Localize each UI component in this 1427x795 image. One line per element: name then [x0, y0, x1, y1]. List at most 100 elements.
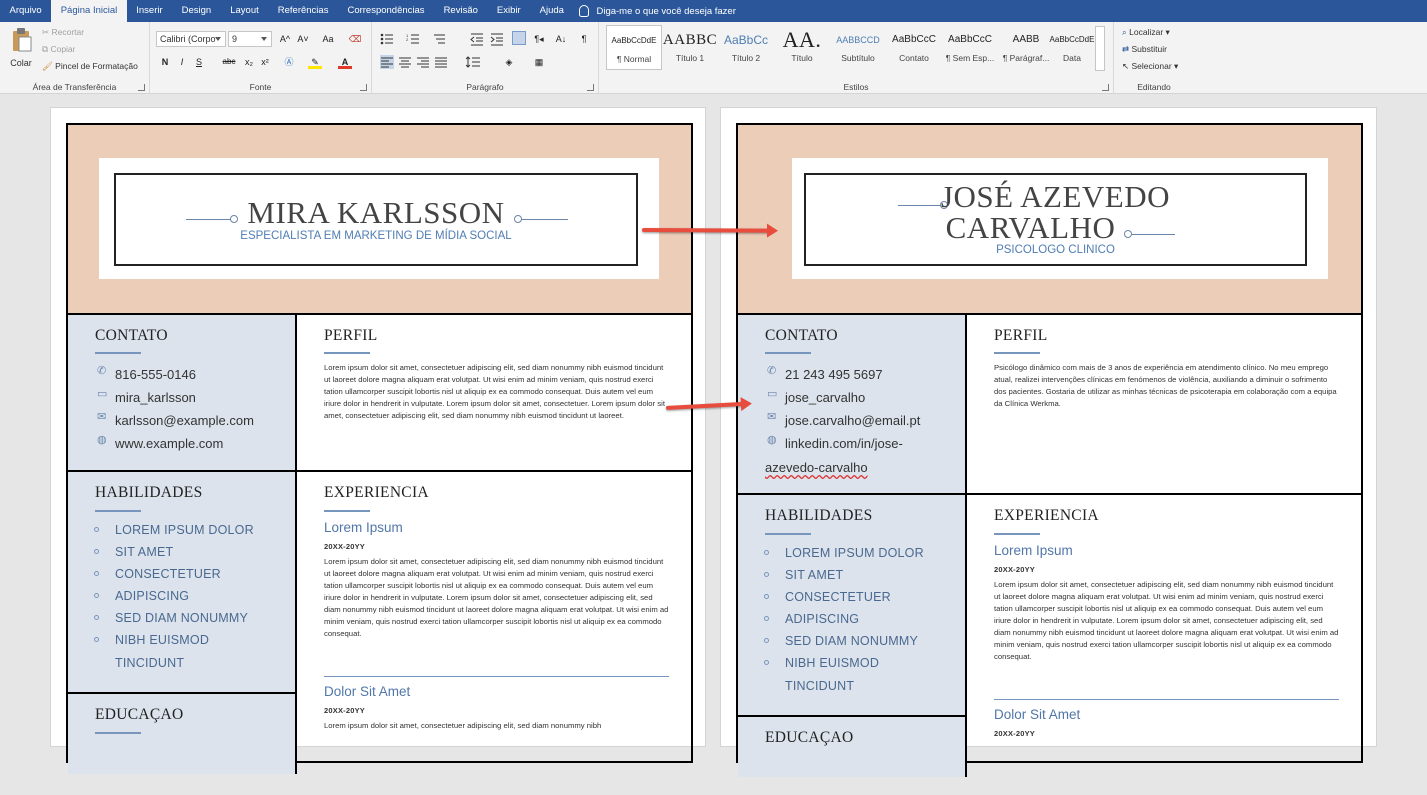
align-left-icon[interactable] — [380, 55, 394, 69]
clipboard-launcher[interactable] — [138, 84, 145, 91]
bullet-icon — [764, 594, 769, 599]
tab-revisao[interactable]: Revisão — [434, 0, 487, 22]
skill-item: ADIPISCING — [785, 612, 860, 626]
style-preview: AABBCCD — [836, 35, 880, 45]
select-button[interactable]: ↖ Selecionar ▾ — [1122, 61, 1178, 72]
shading-icon[interactable]: ◈ — [502, 55, 516, 69]
style-contato[interactable]: AaBbCcC Contato — [886, 25, 942, 70]
align-right-icon[interactable] — [416, 55, 430, 69]
styles-launcher[interactable] — [1102, 84, 1109, 91]
contact-heading: CONTATO — [765, 327, 838, 344]
skills-cell: HABILIDADES LOREM IPSUM DOLOR SIT AMET C… — [68, 472, 297, 694]
phone-icon: ✆ — [97, 365, 107, 377]
tab-referencias[interactable]: Referências — [268, 0, 338, 22]
style-data[interactable]: AaBbCcDdE Data — [1044, 25, 1100, 70]
job-divider — [324, 676, 669, 677]
tab-arquivo[interactable]: Arquivo — [0, 0, 51, 22]
multilevel-list-icon[interactable] — [432, 32, 446, 46]
style-titulo1[interactable]: AABBC Título 1 — [662, 25, 718, 70]
italic-button[interactable]: I — [175, 55, 189, 69]
bullet-icon — [764, 572, 769, 577]
line-spacing-icon[interactable] — [466, 55, 480, 69]
style-name: Título 1 — [675, 53, 705, 63]
annotation-arrow-name — [641, 228, 771, 233]
tell-me-text: Diga-me o que você deseja fazer — [596, 5, 736, 17]
align-center-icon[interactable] — [398, 55, 412, 69]
style-titulo2[interactable]: AaBbCc Título 2 — [718, 25, 774, 70]
name-box[interactable]: MIRA KARLSSON ESPECIALISTA EM MARKETING … — [114, 173, 638, 266]
copy-label: Copiar — [50, 44, 76, 54]
numbering-icon[interactable]: 12 — [406, 32, 420, 46]
rtl-icon[interactable]: ¶◂ — [532, 32, 546, 46]
bullet-icon — [764, 660, 769, 665]
font-size-combo[interactable]: 9 — [228, 31, 272, 47]
style-subtitulo[interactable]: AABBCCD Subtítulo — [830, 25, 886, 70]
tab-correspondencias[interactable]: Correspondências — [338, 0, 434, 22]
underline-button[interactable]: S — [192, 55, 206, 69]
bullets-icon[interactable] — [380, 32, 394, 46]
scissors-icon: ✂ — [42, 27, 50, 38]
copy-button[interactable]: ⧉ Copiar — [42, 44, 76, 55]
skills-heading: HABILIDADES — [95, 484, 203, 501]
name-box[interactable]: JOSÉ AZEVEDO CARVALHO PSICOLOGO CLINICO — [804, 173, 1307, 266]
editing-group-label: Editando — [1137, 82, 1171, 92]
style-name: Título 2 — [731, 53, 761, 63]
clear-format-icon[interactable]: ⌫ — [348, 32, 362, 46]
font-color-icon[interactable]: A — [338, 55, 352, 69]
replace-button[interactable]: ⇄ Substituir — [1122, 44, 1167, 55]
style-normal[interactable]: AaBbCcDdE ¶ Normal — [606, 25, 662, 70]
grow-font-button[interactable]: A^ — [278, 32, 292, 46]
shrink-font-button[interactable]: A˅ — [296, 32, 310, 46]
style-sem-espacamento[interactable]: AaBbCcC ¶ Sem Esp... — [942, 25, 998, 70]
change-case-button[interactable]: Aa — [318, 32, 338, 46]
decrease-indent-icon[interactable] — [470, 32, 484, 46]
increase-indent-icon[interactable] — [490, 32, 504, 46]
sort-icon[interactable]: A↓ — [554, 32, 568, 46]
tab-ajuda[interactable]: Ajuda — [530, 0, 573, 22]
tab-design[interactable]: Design — [172, 0, 221, 22]
ltr-button[interactable] — [512, 31, 526, 45]
profile-heading: PERFIL — [994, 327, 1048, 344]
style-name: Subtítulo — [841, 53, 875, 63]
tell-me-box[interactable]: Diga-me o que você deseja fazer — [579, 5, 736, 17]
tab-pagina-inicial[interactable]: Página Inicial — [51, 0, 127, 22]
font-name-combo[interactable]: Calibri (Corpo — [156, 31, 226, 47]
bold-button[interactable]: N — [158, 55, 172, 69]
highlight-icon[interactable]: ✎ — [308, 55, 322, 69]
text-effects-icon[interactable]: Ⓐ — [282, 55, 296, 69]
styles-group-label: Estilos — [843, 82, 869, 92]
subscript-button[interactable]: x₂ — [242, 55, 256, 69]
heading-underline — [95, 510, 141, 512]
find-button[interactable]: ⌕ Localizar ▾ — [1122, 27, 1170, 38]
style-titulo[interactable]: AA. Título — [774, 25, 830, 70]
justify-icon[interactable] — [434, 55, 448, 69]
paragraph-launcher[interactable] — [587, 84, 594, 91]
cut-button[interactable]: ✂ Recortar — [42, 27, 84, 38]
tab-exibir[interactable]: Exibir — [487, 0, 530, 22]
paste-button[interactable]: Colar — [6, 27, 36, 77]
borders-icon[interactable]: ▦ — [532, 55, 546, 69]
education-cell: EDUCAÇAO — [68, 694, 297, 774]
globe-icon: ◍ — [97, 434, 107, 446]
document-page-right[interactable]: JOSÉ AZEVEDO CARVALHO PSICOLOGO CLINICO … — [720, 107, 1377, 777]
ribbon-tab-bar: Arquivo Página Inicial Inserir Design La… — [0, 0, 1427, 22]
heading-underline — [765, 352, 811, 354]
bullet-icon — [764, 638, 769, 643]
skills-cell: HABILIDADES LOREM IPSUM DOLOR SIT AMET C… — [738, 495, 967, 717]
styles-scroll[interactable] — [1095, 26, 1105, 71]
skill-item: NIBH EUISMOD — [785, 656, 880, 670]
font-launcher[interactable] — [360, 84, 367, 91]
strikethrough-button[interactable]: abc — [220, 55, 238, 69]
skill-item: SED DIAM NONUMMY — [785, 634, 919, 648]
bullet-icon — [94, 527, 99, 532]
tab-inserir[interactable]: Inserir — [127, 0, 172, 22]
tab-layout[interactable]: Layout — [221, 0, 269, 22]
bullet-icon — [94, 615, 99, 620]
superscript-button[interactable]: x² — [258, 55, 272, 69]
job-description: Lorem ipsum dolor sit amet, consectetuer… — [994, 580, 1339, 661]
clipboard-icon — [13, 28, 32, 52]
document-page-left[interactable]: MIRA KARLSSON ESPECIALISTA EM MARKETING … — [50, 107, 706, 774]
brush-icon: 🖌 — [42, 61, 53, 72]
show-marks-icon[interactable]: ¶ — [577, 32, 591, 46]
format-painter-button[interactable]: 🖌 Pincel de Formatação — [42, 61, 138, 72]
